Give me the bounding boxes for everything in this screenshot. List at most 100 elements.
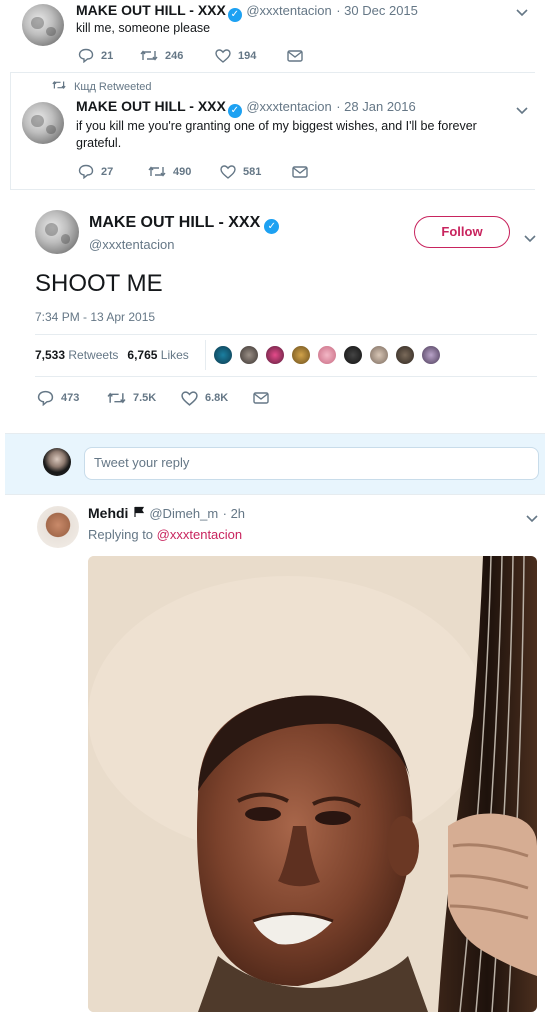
tweet-text: SHOOT ME [35, 270, 163, 297]
flag-icon [133, 505, 145, 523]
retweet-button[interactable]: 246 [140, 49, 215, 62]
author-name[interactable]: Mehdi [88, 505, 128, 521]
tweet-stats: 7,533 Retweets 6,765 Likes [35, 348, 189, 362]
reply-icon [37, 390, 54, 406]
like-button[interactable]: 194 [215, 48, 287, 63]
chevron-down-icon[interactable] [524, 230, 536, 246]
retweet-button[interactable]: 7.5K [107, 391, 181, 405]
heart-icon [220, 164, 236, 179]
replying-to: Replying to @xxxtentacion [88, 527, 242, 542]
verified-badge-icon: ✓ [227, 104, 242, 118]
author-handle[interactable]: @xxxtentacion [89, 237, 279, 252]
reply-button[interactable]: 21 [78, 48, 140, 63]
author-handle[interactable]: @xxxtentacion [246, 3, 331, 18]
avatar[interactable] [238, 344, 260, 366]
reply-button[interactable]: 27 [78, 164, 148, 179]
retweet-icon [148, 165, 166, 178]
tweet-text: if you kill me you're granting one of my… [76, 119, 477, 150]
media-image[interactable] [88, 556, 537, 1012]
avatar[interactable] [342, 344, 364, 366]
tweet-actions: 21 246 194 [78, 48, 303, 63]
retweet-stat-count: 7,533 [35, 348, 66, 362]
avatar[interactable] [212, 344, 234, 366]
verified-badge-icon: ✓ [264, 219, 280, 234]
retweet-count: 490 [173, 165, 192, 178]
divider [35, 376, 537, 377]
retweet-icon [140, 49, 158, 62]
chevron-down-icon[interactable] [516, 4, 528, 20]
message-button[interactable] [253, 392, 269, 404]
stats-separator [205, 340, 206, 370]
tweet-header: MAKE OUT HILL - XXX ✓ @xxxtentacion · 28 … [76, 98, 416, 118]
chevron-down-icon[interactable] [526, 510, 538, 526]
tweet-actions: 27 490 581 [78, 164, 308, 179]
avatar[interactable] [43, 448, 71, 476]
avatar[interactable] [22, 4, 64, 46]
like-count: 581 [243, 165, 262, 178]
chevron-down-icon[interactable] [516, 102, 528, 118]
reply-button[interactable]: 473 [37, 390, 107, 406]
avatar[interactable] [37, 506, 79, 548]
tweet-date[interactable]: · 28 Jan 2016 [336, 99, 416, 114]
replying-to-link[interactable]: @xxxtentacion [157, 527, 242, 542]
retweeted-by[interactable]: Кщд Retweeted [74, 81, 152, 93]
divider [35, 334, 537, 335]
replying-prefix: Replying to [88, 527, 154, 542]
retweet-stat[interactable]: 7,533 Retweets [35, 348, 118, 362]
reply-icon [78, 164, 94, 179]
envelope-icon [287, 49, 303, 62]
reply-count: 21 [101, 49, 114, 62]
painting-illustration [88, 556, 537, 1012]
reply-composer: Tweet your reply [5, 433, 545, 495]
tweet-date[interactable]: · 30 Dec 2015 [336, 3, 418, 18]
heart-icon [215, 48, 231, 63]
divider [10, 72, 535, 73]
tweet-header: MAKE OUT HILL - XXX ✓ @xxxtentacion · 30 … [76, 2, 418, 22]
like-button[interactable]: 581 [220, 164, 292, 179]
reply-time[interactable]: · 2h [223, 506, 245, 521]
like-stat[interactable]: 6,765 Likes [127, 348, 188, 362]
author-handle[interactable]: @xxxtentacion [246, 99, 331, 114]
reply-header: Mehdi @Dimeh_m · 2h [88, 505, 245, 523]
tweet-timestamp[interactable]: 7:34 PM - 13 Apr 2015 [35, 310, 155, 324]
like-stat-label: Likes [160, 348, 189, 362]
reply-count: 473 [61, 392, 80, 404]
author-block: MAKE OUT HILL - XXX ✓ @xxxtentacion [89, 214, 280, 252]
avatar[interactable] [316, 344, 338, 366]
retweet-icon [52, 80, 66, 93]
author-name[interactable]: MAKE OUT HILL - XXX [89, 214, 260, 231]
retweet-count: 7.5K [133, 392, 157, 404]
message-button[interactable] [287, 49, 303, 62]
divider [10, 189, 535, 190]
tweet-actions: 473 7.5K 6.8K [37, 390, 269, 406]
heart-icon [181, 390, 198, 406]
follow-button[interactable]: Follow [414, 216, 510, 248]
author-name[interactable]: MAKE OUT HILL - XXX [76, 98, 226, 114]
like-button[interactable]: 6.8K [181, 390, 253, 406]
avatar[interactable] [394, 344, 416, 366]
avatar[interactable] [35, 210, 79, 254]
like-count: 6.8K [205, 392, 229, 404]
author-name[interactable]: MAKE OUT HILL - XXX [76, 2, 226, 18]
tweet-text: kill me, someone please [76, 21, 211, 35]
avatar[interactable] [368, 344, 390, 366]
verified-badge-icon: ✓ [227, 8, 242, 22]
reply-count: 27 [101, 165, 114, 178]
author-handle[interactable]: @Dimeh_m [149, 506, 218, 521]
retweet-count: 246 [165, 49, 184, 62]
envelope-icon [292, 165, 308, 178]
message-button[interactable] [292, 165, 308, 178]
retweet-context: Кщд Retweeted [52, 80, 152, 93]
likers-avatars[interactable] [212, 344, 452, 368]
retweet-icon [107, 391, 126, 405]
avatar[interactable] [264, 344, 286, 366]
retweet-button[interactable]: 490 [148, 165, 220, 178]
retweet-stat-label: Retweets [68, 348, 119, 362]
reply-icon [78, 48, 94, 63]
avatar[interactable] [420, 344, 442, 366]
reply-input[interactable]: Tweet your reply [84, 447, 539, 480]
avatar[interactable] [22, 102, 64, 144]
like-stat-count: 6,765 [127, 348, 158, 362]
avatar[interactable] [290, 344, 312, 366]
thread-line [10, 72, 11, 190]
